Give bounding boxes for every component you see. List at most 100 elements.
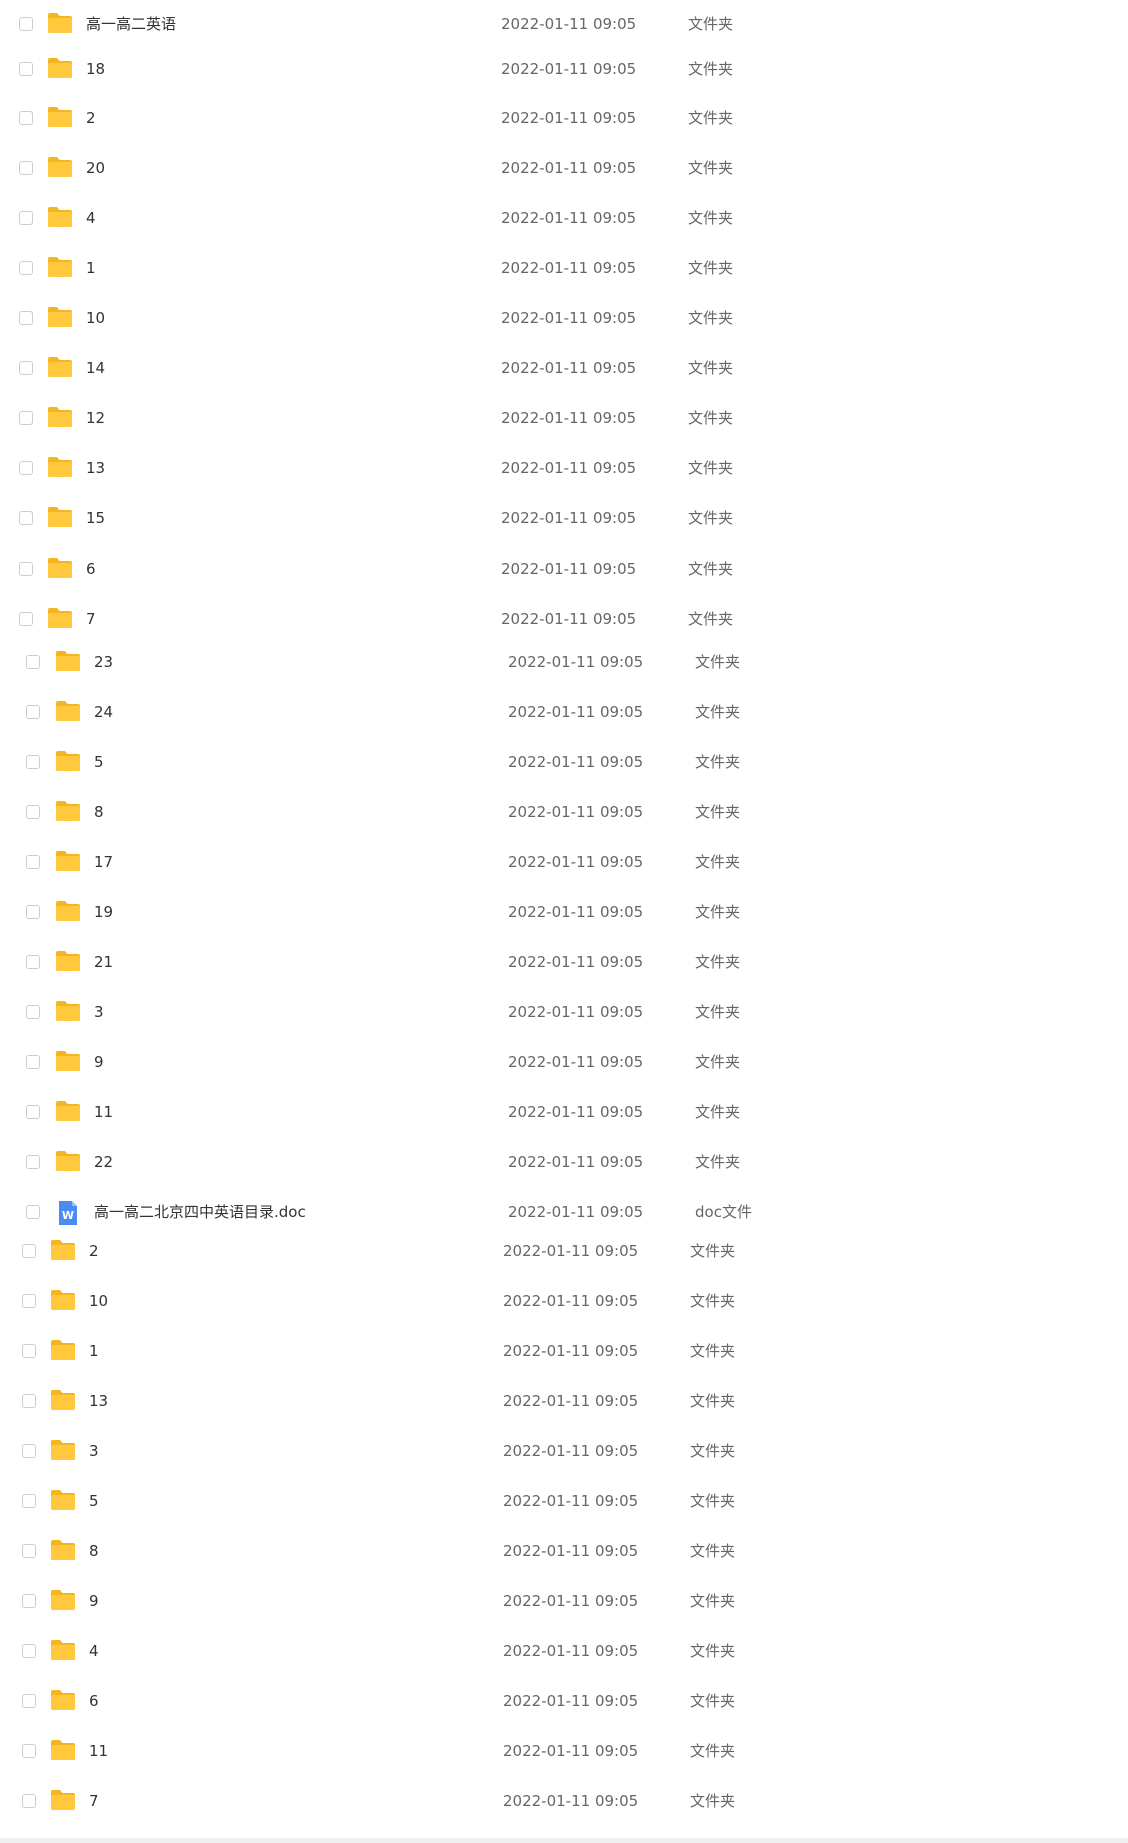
checkbox[interactable]: [26, 1055, 40, 1069]
list-item[interactable]: 2 2022-01-11 09:05 文件夹: [0, 100, 1000, 136]
list-item[interactable]: 7 2022-01-11 09:05 文件夹: [0, 601, 1000, 637]
checkbox[interactable]: [19, 111, 33, 125]
file-name[interactable]: 18: [86, 60, 105, 78]
checkbox[interactable]: [26, 755, 40, 769]
list-item[interactable]: 1 2022-01-11 09:05 文件夹: [0, 250, 1000, 286]
file-name[interactable]: 15: [86, 509, 105, 527]
list-item[interactable]: 22 2022-01-11 09:05 文件夹: [0, 1144, 1000, 1180]
checkbox[interactable]: [26, 955, 40, 969]
file-name[interactable]: 1: [89, 1342, 99, 1360]
checkbox[interactable]: [26, 805, 40, 819]
file-name[interactable]: 12: [86, 409, 105, 427]
file-name[interactable]: 4: [86, 209, 96, 227]
list-item[interactable]: 12 2022-01-11 09:05 文件夹: [0, 400, 1000, 436]
checkbox[interactable]: [22, 1744, 36, 1758]
list-item[interactable]: 9 2022-01-11 09:05 文件夹: [0, 1583, 1000, 1619]
checkbox[interactable]: [22, 1594, 36, 1608]
list-item[interactable]: 4 2022-01-11 09:05 文件夹: [0, 200, 1000, 236]
checkbox[interactable]: [26, 655, 40, 669]
checkbox[interactable]: [22, 1394, 36, 1408]
file-name[interactable]: 10: [89, 1292, 108, 1310]
checkbox[interactable]: [26, 905, 40, 919]
list-item[interactable]: 1 2022-01-11 09:05 文件夹: [0, 1333, 1000, 1369]
list-item[interactable]: 19 2022-01-11 09:05 文件夹: [0, 894, 1000, 930]
file-name[interactable]: 8: [94, 803, 104, 821]
checkbox[interactable]: [22, 1694, 36, 1708]
list-item[interactable]: 14 2022-01-11 09:05 文件夹: [0, 350, 1000, 386]
checkbox[interactable]: [19, 62, 33, 76]
list-item[interactable]: 3 2022-01-11 09:05 文件夹: [0, 1433, 1000, 1469]
file-name[interactable]: 7: [86, 610, 96, 628]
file-name[interactable]: 13: [86, 459, 105, 477]
file-name[interactable]: 3: [94, 1003, 104, 1021]
checkbox[interactable]: [26, 1155, 40, 1169]
checkbox[interactable]: [19, 211, 33, 225]
file-name[interactable]: 22: [94, 1153, 113, 1171]
checkbox[interactable]: [19, 311, 33, 325]
list-item[interactable]: 5 2022-01-11 09:05 文件夹: [0, 744, 1000, 780]
checkbox[interactable]: [19, 511, 33, 525]
list-item[interactable]: 2 2022-01-11 09:05 文件夹: [0, 1233, 1000, 1269]
list-item[interactable]: 11 2022-01-11 09:05 文件夹: [0, 1733, 1000, 1769]
checkbox[interactable]: [26, 1205, 40, 1219]
checkbox[interactable]: [19, 261, 33, 275]
file-name[interactable]: 9: [89, 1592, 99, 1610]
list-item[interactable]: 15 2022-01-11 09:05 文件夹: [0, 500, 1000, 536]
checkbox[interactable]: [19, 461, 33, 475]
file-name[interactable]: 20: [86, 159, 105, 177]
checkbox[interactable]: [26, 855, 40, 869]
file-name[interactable]: 11: [89, 1742, 108, 1760]
list-item[interactable]: 23 2022-01-11 09:05 文件夹: [0, 644, 1000, 680]
file-name[interactable]: 2: [89, 1242, 99, 1260]
file-name[interactable]: 13: [89, 1392, 108, 1410]
file-name[interactable]: 21: [94, 953, 113, 971]
list-item[interactable]: 高一高二英语 2022-01-11 09:05 文件夹: [0, 6, 1000, 42]
checkbox[interactable]: [22, 1294, 36, 1308]
file-name[interactable]: 6: [89, 1692, 99, 1710]
list-item[interactable]: 6 2022-01-11 09:05 文件夹: [0, 1683, 1000, 1719]
list-item[interactable]: 10 2022-01-11 09:05 文件夹: [0, 300, 1000, 336]
list-item[interactable]: 6 2022-01-11 09:05 文件夹: [0, 551, 1000, 587]
checkbox[interactable]: [19, 161, 33, 175]
file-name[interactable]: 14: [86, 359, 105, 377]
checkbox[interactable]: [22, 1344, 36, 1358]
list-item[interactable]: 3 2022-01-11 09:05 文件夹: [0, 994, 1000, 1030]
file-name[interactable]: 24: [94, 703, 113, 721]
file-name[interactable]: 23: [94, 653, 113, 671]
checkbox[interactable]: [22, 1794, 36, 1808]
file-name[interactable]: 10: [86, 309, 105, 327]
file-name[interactable]: 19: [94, 903, 113, 921]
checkbox[interactable]: [19, 562, 33, 576]
list-item[interactable]: 8 2022-01-11 09:05 文件夹: [0, 794, 1000, 830]
list-item[interactable]: 13 2022-01-11 09:05 文件夹: [0, 1383, 1000, 1419]
file-name[interactable]: 5: [89, 1492, 99, 1510]
list-item[interactable]: 11 2022-01-11 09:05 文件夹: [0, 1094, 1000, 1130]
checkbox[interactable]: [19, 612, 33, 626]
list-item[interactable]: 21 2022-01-11 09:05 文件夹: [0, 944, 1000, 980]
file-name[interactable]: 2: [86, 109, 96, 127]
list-item[interactable]: 8 2022-01-11 09:05 文件夹: [0, 1533, 1000, 1569]
list-item[interactable]: 10 2022-01-11 09:05 文件夹: [0, 1283, 1000, 1319]
list-item[interactable]: 9 2022-01-11 09:05 文件夹: [0, 1044, 1000, 1080]
checkbox[interactable]: [19, 17, 33, 31]
checkbox[interactable]: [22, 1544, 36, 1558]
file-name[interactable]: 11: [94, 1103, 113, 1121]
checkbox[interactable]: [19, 411, 33, 425]
list-item[interactable]: 13 2022-01-11 09:05 文件夹: [0, 450, 1000, 486]
file-name[interactable]: 高一高二英语: [86, 15, 176, 33]
file-name[interactable]: 4: [89, 1642, 99, 1660]
list-item[interactable]: W 高一高二北京四中英语目录.doc 2022-01-11 09:05 doc文件: [0, 1194, 1000, 1230]
file-name[interactable]: 7: [89, 1792, 99, 1810]
checkbox[interactable]: [26, 705, 40, 719]
checkbox[interactable]: [26, 1005, 40, 1019]
list-item[interactable]: 7 2022-01-11 09:05 文件夹: [0, 1783, 1000, 1819]
list-item[interactable]: 24 2022-01-11 09:05 文件夹: [0, 694, 1000, 730]
checkbox[interactable]: [22, 1644, 36, 1658]
checkbox[interactable]: [22, 1494, 36, 1508]
list-item[interactable]: 4 2022-01-11 09:05 文件夹: [0, 1633, 1000, 1669]
checkbox[interactable]: [22, 1444, 36, 1458]
file-name[interactable]: 高一高二北京四中英语目录.doc: [94, 1203, 306, 1221]
checkbox[interactable]: [26, 1105, 40, 1119]
checkbox[interactable]: [22, 1244, 36, 1258]
file-name[interactable]: 9: [94, 1053, 104, 1071]
